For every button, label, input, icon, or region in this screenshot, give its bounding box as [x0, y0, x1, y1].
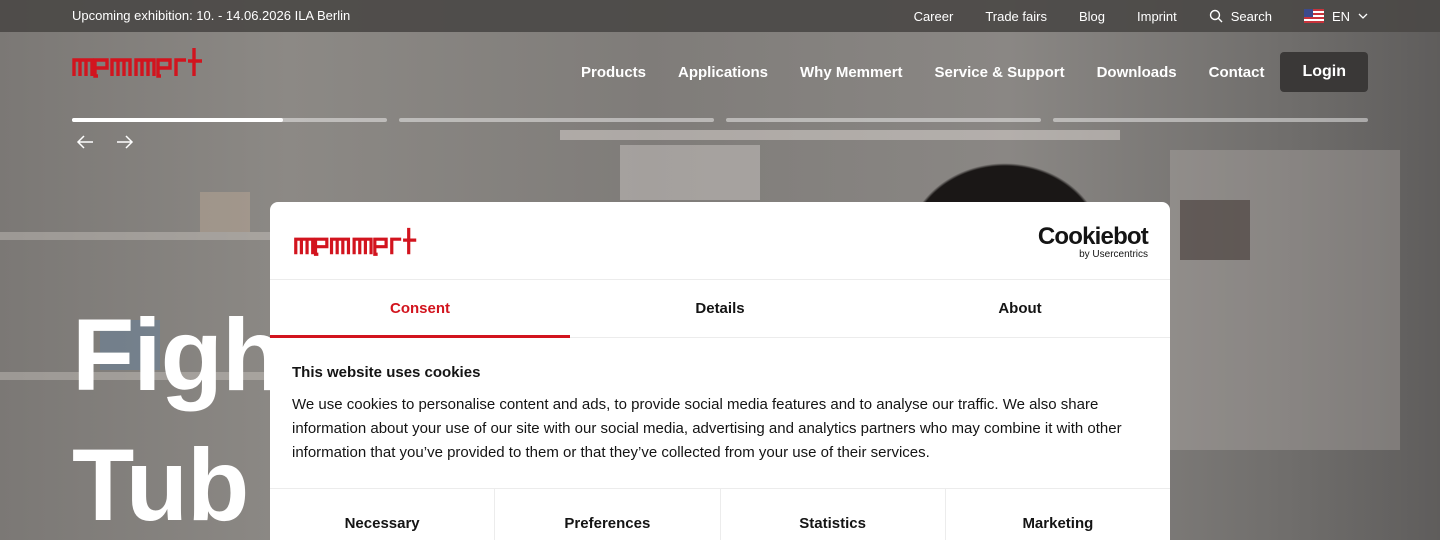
dialog-header: Cookiebot by Usercentrics: [270, 202, 1170, 280]
search-button[interactable]: Search: [1209, 9, 1272, 24]
hero-headline-line-2: Tub: [72, 428, 249, 540]
consent-body: This website uses cookies We use cookies…: [270, 338, 1170, 465]
slide-indicator-4[interactable]: [1053, 118, 1368, 122]
background-shelf: [560, 130, 1120, 140]
category-marketing[interactable]: Marketing: [946, 489, 1170, 540]
language-selector[interactable]: EN: [1303, 8, 1368, 24]
utility-links: Career Trade fairs Blog Imprint Search E…: [914, 0, 1368, 32]
background-device: [1180, 200, 1250, 260]
cookiebot-name: Cookiebot: [1037, 223, 1149, 250]
category-necessary[interactable]: Necessary: [270, 489, 496, 540]
background-box: [620, 145, 760, 200]
imprint-link[interactable]: Imprint: [1137, 9, 1177, 24]
background-shelf: [0, 232, 280, 240]
nav-why-memmert[interactable]: Why Memmert: [800, 64, 903, 81]
dialog-tabs: Consent Details About: [270, 280, 1170, 338]
career-link[interactable]: Career: [914, 9, 954, 24]
slide-progress-fill: [72, 118, 284, 122]
tab-about[interactable]: About: [870, 280, 1170, 337]
blog-link[interactable]: Blog: [1079, 9, 1105, 24]
tab-details[interactable]: Details: [570, 280, 870, 337]
hero-headline: Figh Tub: [72, 290, 302, 540]
memmert-logo: [294, 227, 417, 256]
slide-indicator-1[interactable]: [72, 118, 387, 122]
consent-description: We use cookies to personalise content an…: [292, 396, 1122, 461]
nav-contact[interactable]: Contact: [1209, 64, 1265, 81]
cookie-categories: Necessary Preferences Statistics Marketi…: [270, 488, 1170, 540]
arrow-left-icon: [76, 135, 93, 149]
tab-consent[interactable]: Consent: [270, 280, 570, 338]
hero-headline-line-1: Figh: [72, 298, 284, 412]
arrow-right-icon: [117, 135, 134, 149]
trade-fairs-link[interactable]: Trade fairs: [985, 9, 1047, 24]
search-label: Search: [1230, 8, 1272, 24]
language-code: EN: [1331, 8, 1350, 24]
login-button[interactable]: Login: [1280, 52, 1368, 92]
consent-heading: This website uses cookies: [292, 364, 481, 381]
nav-service-support[interactable]: Service & Support: [935, 64, 1065, 81]
nav-downloads[interactable]: Downloads: [1097, 64, 1177, 81]
us-flag-icon: [1303, 9, 1324, 23]
category-statistics[interactable]: Statistics: [721, 489, 946, 540]
top-utility-bar: Upcoming exhibition: 10. - 14.06.2026 IL…: [0, 0, 1440, 32]
cookiebot-by-line: by Usercentrics: [1079, 249, 1148, 260]
background-cabinet: [1170, 150, 1400, 450]
category-preferences[interactable]: Preferences: [495, 489, 721, 540]
background-box: [200, 192, 250, 232]
nav-applications[interactable]: Applications: [678, 64, 768, 81]
nav-products[interactable]: Products: [581, 64, 646, 81]
chevron-down-icon: [1358, 13, 1368, 19]
slider-next-button[interactable]: [114, 132, 136, 152]
exhibition-announcement[interactable]: Upcoming exhibition: 10. - 14.06.2026 IL…: [72, 8, 350, 23]
main-navigation: Products Applications Why Memmert Servic…: [581, 52, 1368, 92]
cookiebot-logo[interactable]: Cookiebot by Usercentrics: [1037, 223, 1149, 261]
memmert-logo[interactable]: [72, 46, 204, 80]
cookie-consent-dialog: Cookiebot by Usercentrics Consent Detail…: [270, 202, 1170, 540]
slide-indicator-2[interactable]: [399, 118, 714, 122]
slider-prev-button[interactable]: [74, 132, 96, 152]
slide-indicator-3[interactable]: [726, 118, 1041, 122]
search-icon: [1209, 9, 1223, 23]
